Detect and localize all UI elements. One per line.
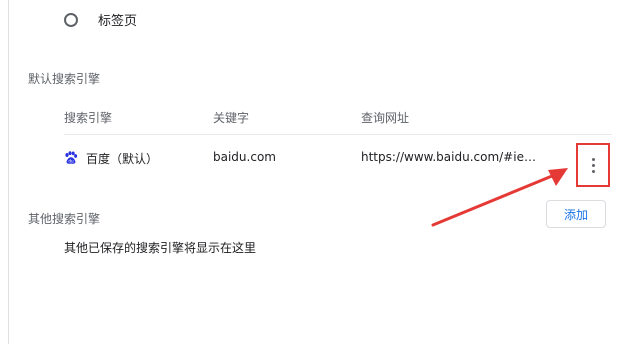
startup-option-tabs[interactable]: 标签页 xyxy=(64,10,137,29)
more-vert-icon xyxy=(591,157,595,173)
engine-keyword: baidu.com xyxy=(213,150,276,164)
engine-name: 百度（默认） xyxy=(86,152,159,166)
column-header-keyword: 关键字 xyxy=(213,111,250,125)
column-header-engine: 搜索引擎 xyxy=(64,111,113,125)
default-engines-title: 默认搜索引擎 xyxy=(28,72,101,86)
table-row: du 百度（默认） baidu.com https://www.baidu.co… xyxy=(64,148,612,168)
svg-text:du: du xyxy=(68,159,74,164)
other-engines-empty-text: 其他已保存的搜索引擎将显示在这里 xyxy=(64,241,257,255)
engine-url: https://www.baidu.com/#ie={inputEncoding… xyxy=(361,150,537,164)
annotation-arrow-icon xyxy=(431,168,568,227)
baidu-paw-icon: du xyxy=(65,151,78,164)
radio-label: 标签页 xyxy=(98,14,138,29)
sidebar-divider xyxy=(8,0,9,344)
table-divider xyxy=(64,134,612,135)
other-engines-title: 其他搜索引擎 xyxy=(28,212,101,226)
search-engine-settings-page: 标签页 默认搜索引擎 搜索引擎 关键字 查询网址 du 百度（默认） baidu… xyxy=(0,0,620,344)
more-actions-button[interactable] xyxy=(576,143,610,187)
add-engine-button[interactable]: 添加 xyxy=(546,200,606,228)
radio-button[interactable] xyxy=(64,12,78,27)
column-header-url: 查询网址 xyxy=(361,111,410,125)
